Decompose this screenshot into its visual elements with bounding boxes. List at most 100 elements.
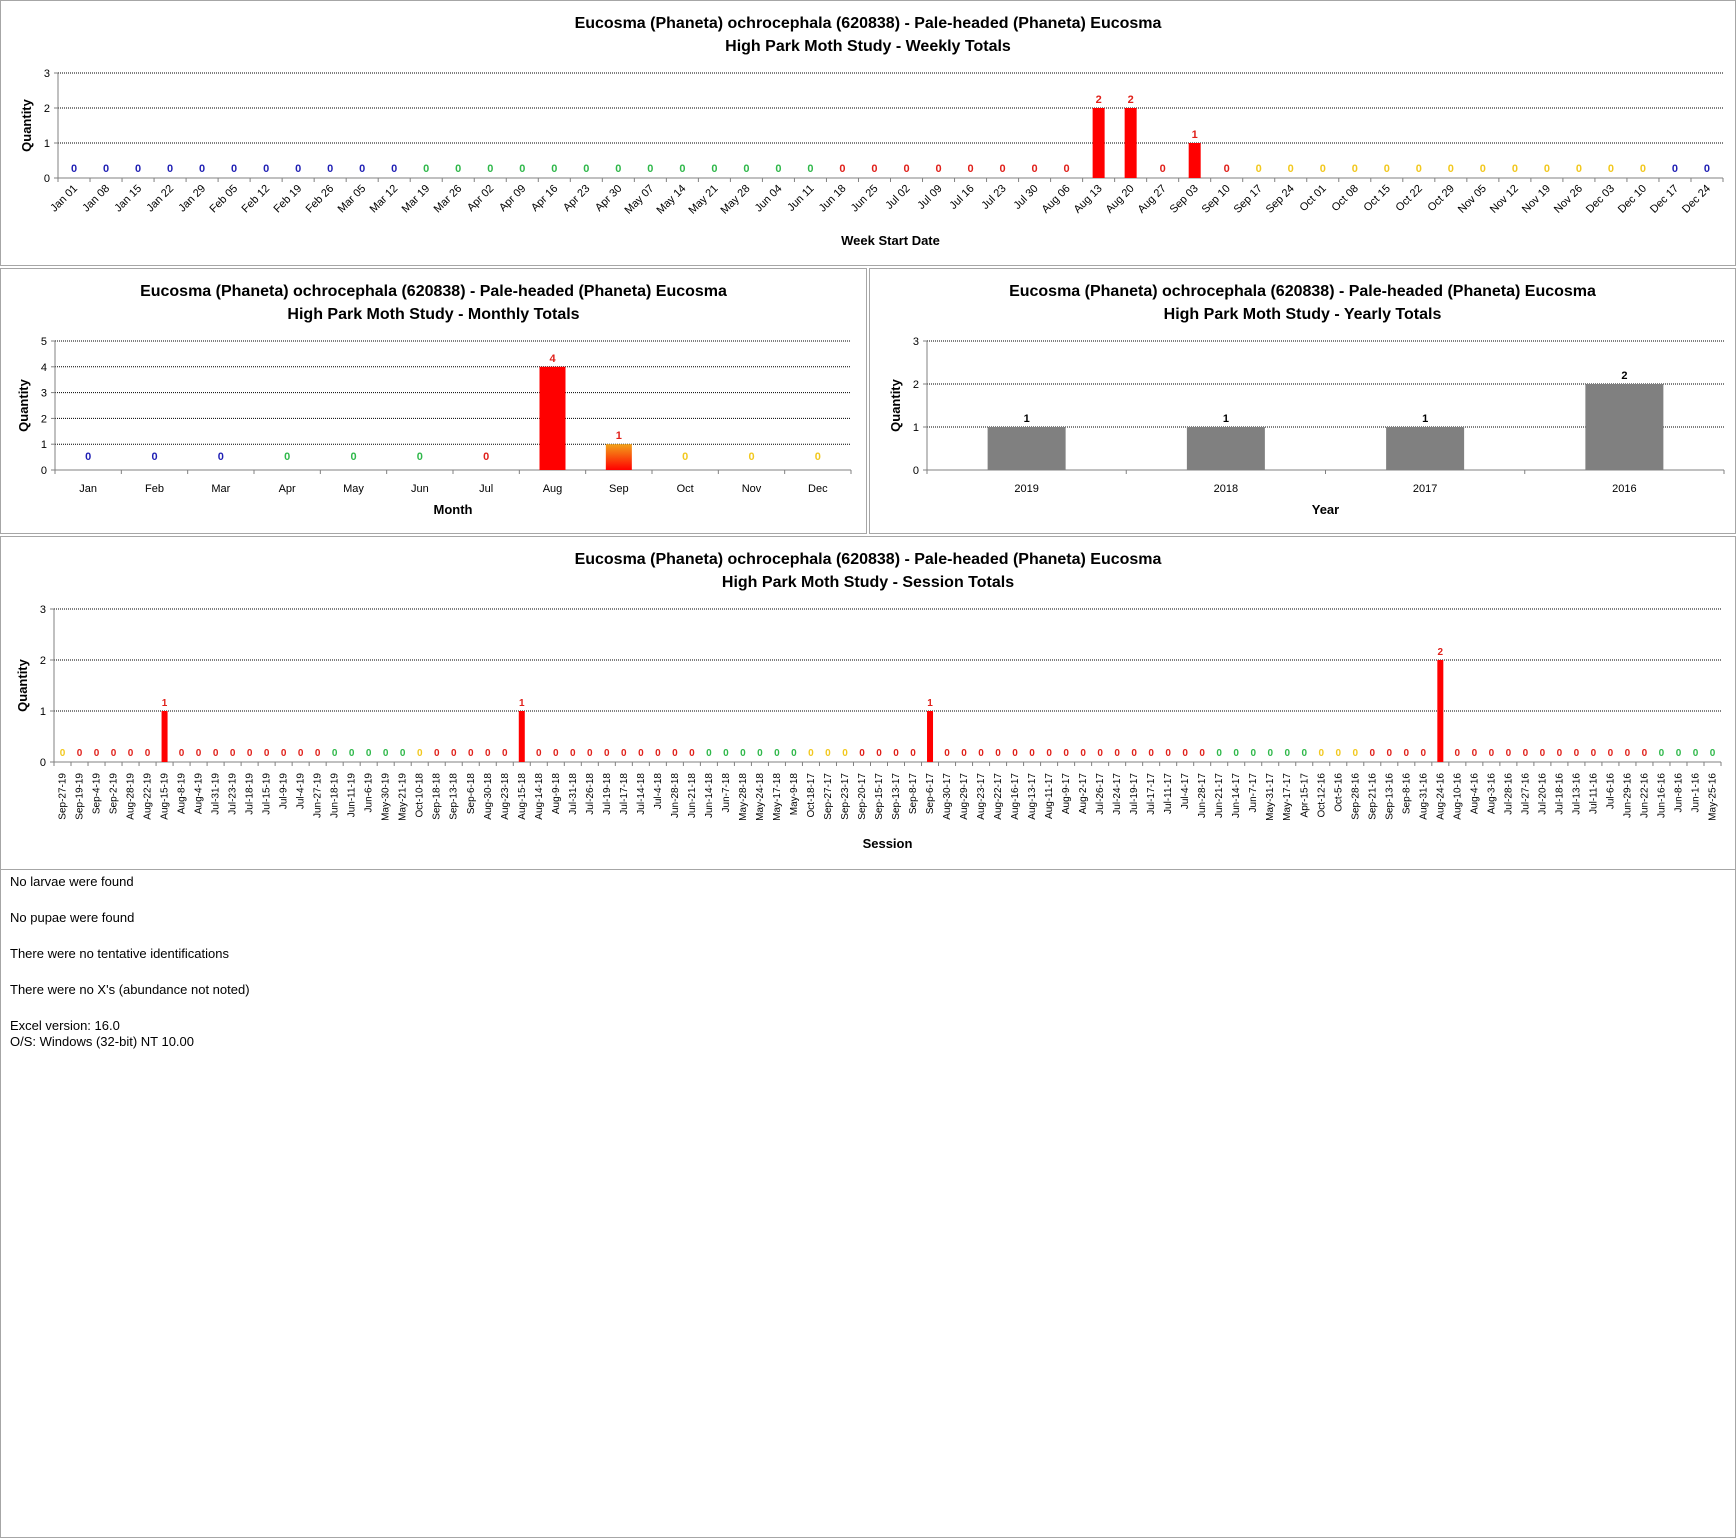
x-tick-label: Jul-17-17 xyxy=(1146,773,1157,815)
data-label: 0 xyxy=(1233,748,1239,759)
x-tick-label: Mar 26 xyxy=(432,183,465,216)
x-tick-label: Nov 12 xyxy=(1488,183,1521,216)
data-label: 0 xyxy=(682,451,688,463)
x-tick-label: Sep-13-16 xyxy=(1384,773,1395,820)
x-tick-label: Sep-19-19 xyxy=(75,773,86,820)
x-tick-label: Aug 27 xyxy=(1136,183,1169,216)
x-tick-label: Apr 30 xyxy=(593,183,624,214)
data-label: 0 xyxy=(1160,163,1166,175)
x-tick-label: Jul-4-17 xyxy=(1180,773,1191,810)
data-label: 0 xyxy=(111,748,117,759)
data-label: 0 xyxy=(1352,163,1358,175)
x-tick-label: Sep-20-17 xyxy=(857,773,868,820)
data-label: 0 xyxy=(621,748,627,759)
x-tick-label: Jun-7-17 xyxy=(1248,773,1259,813)
x-tick-label: Sep 24 xyxy=(1264,183,1297,216)
data-label: 0 xyxy=(1506,748,1512,759)
data-label: 0 xyxy=(536,748,542,759)
data-label: 0 xyxy=(825,748,831,759)
x-tick-label: Oct 29 xyxy=(1426,183,1457,214)
data-label: 0 xyxy=(1267,748,1273,759)
data-label: 0 xyxy=(551,163,557,175)
x-tick-label: Jan 15 xyxy=(112,183,144,215)
x-tick-label: Sep-27-17 xyxy=(823,773,834,820)
x-tick-label: Jan 22 xyxy=(144,183,176,215)
data-label: 0 xyxy=(748,451,754,463)
x-tick-label: Oct xyxy=(677,483,694,495)
y-tick-label: 0 xyxy=(913,465,919,477)
data-label: 0 xyxy=(1512,163,1518,175)
y-tick-label: 3 xyxy=(913,336,919,348)
x-tick-label: May-31-17 xyxy=(1265,773,1276,821)
data-label: 0 xyxy=(978,748,984,759)
data-label: 0 xyxy=(77,748,83,759)
data-label: 0 xyxy=(1640,163,1646,175)
x-tick-label: Sep-4-19 xyxy=(92,773,103,815)
y-tick-label: 1 xyxy=(44,138,50,150)
x-tick-label: Aug-9-17 xyxy=(1061,773,1072,815)
y-tick-label: 3 xyxy=(44,68,50,80)
x-tick-label: Aug-4-16 xyxy=(1469,773,1480,815)
x-tick-label: Jun-11-19 xyxy=(347,773,358,818)
x-tick-label: Oct 01 xyxy=(1297,183,1328,214)
x-tick-label: Aug-11-17 xyxy=(1044,773,1055,819)
chart-title: Eucosma (Phaneta) ochrocephala (620838) … xyxy=(575,551,1162,568)
data-label: 0 xyxy=(757,748,763,759)
data-label: 0 xyxy=(281,748,287,759)
pupae-note: No pupae were found xyxy=(10,910,135,925)
data-label: 0 xyxy=(1672,163,1678,175)
y-tick-label: 0 xyxy=(40,757,46,769)
data-label: 0 xyxy=(423,163,429,175)
x-tick-label: Aug-2-17 xyxy=(1078,773,1089,815)
data-label: 0 xyxy=(451,748,457,759)
data-label: 0 xyxy=(1352,748,1358,759)
x-tick-label: Aug 06 xyxy=(1040,183,1073,216)
data-label: 0 xyxy=(807,163,813,175)
x-tick-label: Aug xyxy=(543,483,563,495)
session-chart-panel: Eucosma (Phaneta) ochrocephala (620838) … xyxy=(0,536,1736,870)
data-label: 0 xyxy=(1544,163,1550,175)
x-tick-label: Jun-8-16 xyxy=(1673,773,1684,813)
x-tick-label: Sep-8-16 xyxy=(1401,773,1412,815)
data-label: 0 xyxy=(1182,748,1188,759)
chart-title: Eucosma (Phaneta) ochrocephala (620838) … xyxy=(575,15,1162,32)
data-label: 0 xyxy=(400,748,406,759)
data-label: 1 xyxy=(616,430,622,442)
weekly-chart-panel: Eucosma (Phaneta) ochrocephala (620838) … xyxy=(0,0,1736,266)
x-tick-label: Sep-13-18 xyxy=(449,773,460,820)
data-label: 0 xyxy=(1029,748,1035,759)
x-tick-label: Aug-3-16 xyxy=(1486,773,1497,815)
yearly-chart: Eucosma (Phaneta) ochrocephala (620838) … xyxy=(888,283,1725,517)
x-tick-label: May 21 xyxy=(687,183,721,217)
x-tick-label: Jul 30 xyxy=(1011,183,1040,212)
data-label: 0 xyxy=(1046,748,1052,759)
x-tick-label: Feb xyxy=(145,483,164,495)
data-label: 0 xyxy=(298,748,304,759)
x-tick-label: Jul xyxy=(479,483,493,495)
data-label: 0 xyxy=(553,748,559,759)
data-label: 0 xyxy=(1480,163,1486,175)
x-axis-label: Session xyxy=(863,836,913,851)
x-tick-label: Jun 18 xyxy=(817,183,849,215)
x-tick-label: 2018 xyxy=(1214,483,1238,495)
x-tick-label: Jun xyxy=(411,483,429,495)
data-label: 0 xyxy=(1608,748,1614,759)
data-label: 1 xyxy=(1024,413,1030,425)
x-tick-label: Aug 20 xyxy=(1104,183,1137,216)
x-tick-label: Jun-7-18 xyxy=(721,773,732,813)
x-tick-label: Jul-14-18 xyxy=(636,773,647,815)
data-label: 0 xyxy=(1199,748,1205,759)
data-label: 0 xyxy=(1642,748,1648,759)
x-tick-label: Aug-22-19 xyxy=(143,773,154,820)
data-label: 0 xyxy=(839,163,845,175)
y-axis-label: Quantity xyxy=(16,378,31,431)
bar xyxy=(518,711,525,762)
data-label: 0 xyxy=(1472,748,1478,759)
x-tick-label: Sep 17 xyxy=(1232,183,1265,216)
data-label: 0 xyxy=(264,748,270,759)
x-tick-label: Jun-18-19 xyxy=(330,773,341,818)
x-tick-label: Jun-21-18 xyxy=(687,773,698,818)
x-tick-label: Jul-6-16 xyxy=(1605,773,1616,810)
y-tick-label: 1 xyxy=(41,439,47,451)
x-tick-label: Jun-21-17 xyxy=(1214,773,1225,818)
